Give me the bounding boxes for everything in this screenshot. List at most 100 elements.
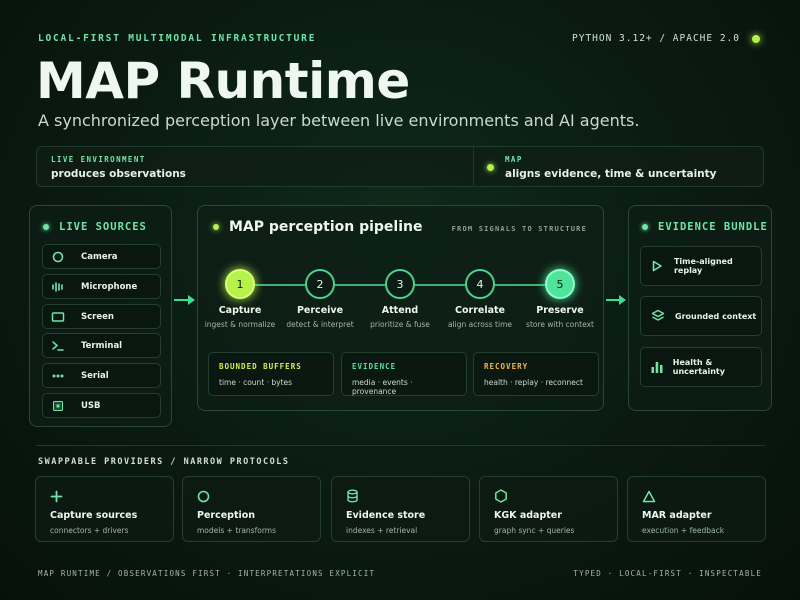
- triangle-icon: [642, 488, 656, 507]
- pipeline-tag: FROM SIGNALS TO STRUCTURE: [451, 225, 587, 233]
- provider-mar-adapter[interactable]: MAR adapter execution + feedback: [627, 476, 766, 542]
- section-divider: [36, 445, 765, 446]
- provider-desc: indexes + retrieval: [346, 526, 418, 535]
- source-terminal[interactable]: Terminal: [42, 333, 161, 358]
- source-serial[interactable]: Serial: [42, 363, 161, 388]
- stage-desc: store with context: [526, 320, 594, 329]
- arrow-to-pipeline: [174, 295, 195, 305]
- info-bar: LIVE ENVIRONMENT produces observations M…: [36, 146, 764, 187]
- source-usb[interactable]: USB: [42, 393, 161, 418]
- stage-name: Preserve: [536, 305, 584, 316]
- card-bounded-buffers: BOUNDED BUFFERS time · count · bytes: [208, 352, 334, 396]
- screen-icon: [43, 311, 73, 323]
- providers-title: SWAPPABLE PROVIDERS / NARROW PROTOCOLS: [38, 457, 290, 467]
- bundle-health-uncertainty[interactable]: Health & uncertainty: [640, 347, 762, 387]
- provider-capture-sources[interactable]: Capture sources connectors + drivers: [35, 476, 174, 542]
- stage-number: 4: [465, 269, 495, 299]
- info-map: MAP aligns evidence, time & uncertainty: [505, 155, 717, 180]
- bundle-label: Time-aligned replay: [673, 257, 733, 275]
- page-subtitle: A synchronized perception layer between …: [38, 111, 640, 130]
- info-divider: [473, 147, 474, 186]
- stage-correlate[interactable]: 4 Correlate align across time: [440, 269, 520, 329]
- stage-desc: ingest & normalize: [204, 320, 276, 329]
- stage-desc: prioritize & fuse: [370, 320, 430, 329]
- page-title: MAP Runtime: [36, 52, 410, 110]
- usb-icon: [43, 400, 73, 412]
- serial-icon: [43, 370, 73, 382]
- info-left-text: produces observations: [51, 168, 186, 180]
- evidence-bundle-panel: EVIDENCE BUNDLE Time-aligned replay Grou…: [628, 205, 772, 411]
- stage-number: 1: [225, 269, 255, 299]
- microphone-icon: [43, 281, 73, 293]
- source-microphone[interactable]: Microphone: [42, 274, 161, 299]
- info-right-text: aligns evidence, time & uncertainty: [505, 168, 717, 180]
- hexagon-icon: [494, 488, 508, 507]
- play-icon: [641, 260, 674, 272]
- stage-attend[interactable]: 3 Attend prioritize & fuse: [360, 269, 440, 329]
- bundle-header: EVIDENCE BUNDLE: [642, 221, 768, 233]
- database-icon: [346, 488, 359, 507]
- provider-perception[interactable]: Perception models + transforms: [182, 476, 321, 542]
- pipeline-dot: [213, 224, 219, 230]
- source-screen[interactable]: Screen: [42, 304, 161, 329]
- bundle-label: Grounded context: [675, 311, 757, 321]
- eyebrow-label: LOCAL-FIRST MULTIMODAL INFRASTRUCTURE: [38, 33, 317, 44]
- stage-number: 3: [385, 269, 415, 299]
- stage-desc: detect & interpret: [286, 320, 354, 329]
- map-dot: [487, 164, 494, 171]
- status-dot: [752, 35, 760, 43]
- provider-desc: graph sync + queries: [494, 526, 575, 535]
- provider-desc: connectors + drivers: [50, 526, 129, 535]
- footer-right: TYPED · LOCAL-FIRST · INSPECTABLE: [573, 569, 762, 578]
- provider-evidence-store[interactable]: Evidence store indexes + retrieval: [331, 476, 470, 542]
- provider-name: Capture sources: [50, 510, 138, 521]
- bundle-title: EVIDENCE BUNDLE: [658, 221, 768, 233]
- live-sources-header: LIVE SOURCES: [43, 221, 147, 233]
- footer-left: MAP RUNTIME / OBSERVATIONS FIRST · INTER…: [38, 569, 376, 578]
- source-label: Camera: [81, 251, 118, 262]
- card-kicker: BOUNDED BUFFERS: [219, 362, 302, 371]
- meta-label: PYTHON 3.12+ / APACHE 2.0: [572, 33, 740, 44]
- source-label: Microphone: [81, 281, 138, 292]
- terminal-icon: [43, 340, 73, 352]
- provider-name: Evidence store: [346, 510, 426, 521]
- stage-perceive[interactable]: 2 Perceive detect & interpret: [280, 269, 360, 329]
- source-label: Screen: [81, 311, 114, 322]
- live-sources-panel: LIVE SOURCES Camera Microphone Screen Te…: [29, 205, 172, 427]
- stage-name: Capture: [218, 305, 262, 316]
- card-recovery: RECOVERY health · replay · reconnect: [473, 352, 599, 396]
- stage-capture[interactable]: 1 Capture ingest & normalize: [200, 269, 280, 329]
- source-camera[interactable]: Camera: [42, 244, 161, 269]
- live-sources-title: LIVE SOURCES: [59, 221, 147, 233]
- camera-icon: [43, 251, 73, 263]
- card-kicker: EVIDENCE: [352, 362, 397, 371]
- stage-name: Perceive: [296, 305, 344, 316]
- source-label: Terminal: [81, 340, 123, 351]
- live-sources-dot: [43, 224, 49, 230]
- bundle-grounded-context[interactable]: Grounded context: [640, 296, 762, 336]
- provider-name: Perception: [197, 510, 256, 521]
- provider-name: MAR adapter: [642, 510, 712, 521]
- info-left-kicker: LIVE ENVIRONMENT: [51, 155, 146, 164]
- provider-desc: models + transforms: [197, 526, 276, 535]
- stage-desc: align across time: [447, 320, 513, 329]
- bundle-time-aligned-replay[interactable]: Time-aligned replay: [640, 246, 762, 286]
- stage-name: Attend: [381, 305, 419, 316]
- stage-preserve[interactable]: 5 Preserve store with context: [520, 269, 600, 329]
- provider-name: KGK adapter: [494, 510, 562, 521]
- info-right-kicker: MAP: [505, 155, 523, 164]
- provider-kgk-adapter[interactable]: KGK adapter graph sync + queries: [479, 476, 618, 542]
- arrow-to-bundle: [606, 295, 626, 305]
- bundle-dot: [642, 224, 648, 230]
- pipeline-header: MAP perception pipeline: [213, 219, 422, 235]
- stage-number: 2: [305, 269, 335, 299]
- info-live-environment: LIVE ENVIRONMENT produces observations: [51, 155, 186, 180]
- card-evidence: EVIDENCE media · events · provenance: [341, 352, 467, 396]
- card-text: media · events · provenance: [352, 378, 413, 396]
- bar-chart-icon: [641, 360, 673, 374]
- plus-icon: [50, 488, 63, 507]
- pipeline-panel: MAP perception pipeline FROM SIGNALS TO …: [197, 205, 604, 411]
- stage-name: Correlate: [455, 305, 505, 316]
- layers-icon: [641, 309, 675, 323]
- source-label: USB: [81, 400, 101, 411]
